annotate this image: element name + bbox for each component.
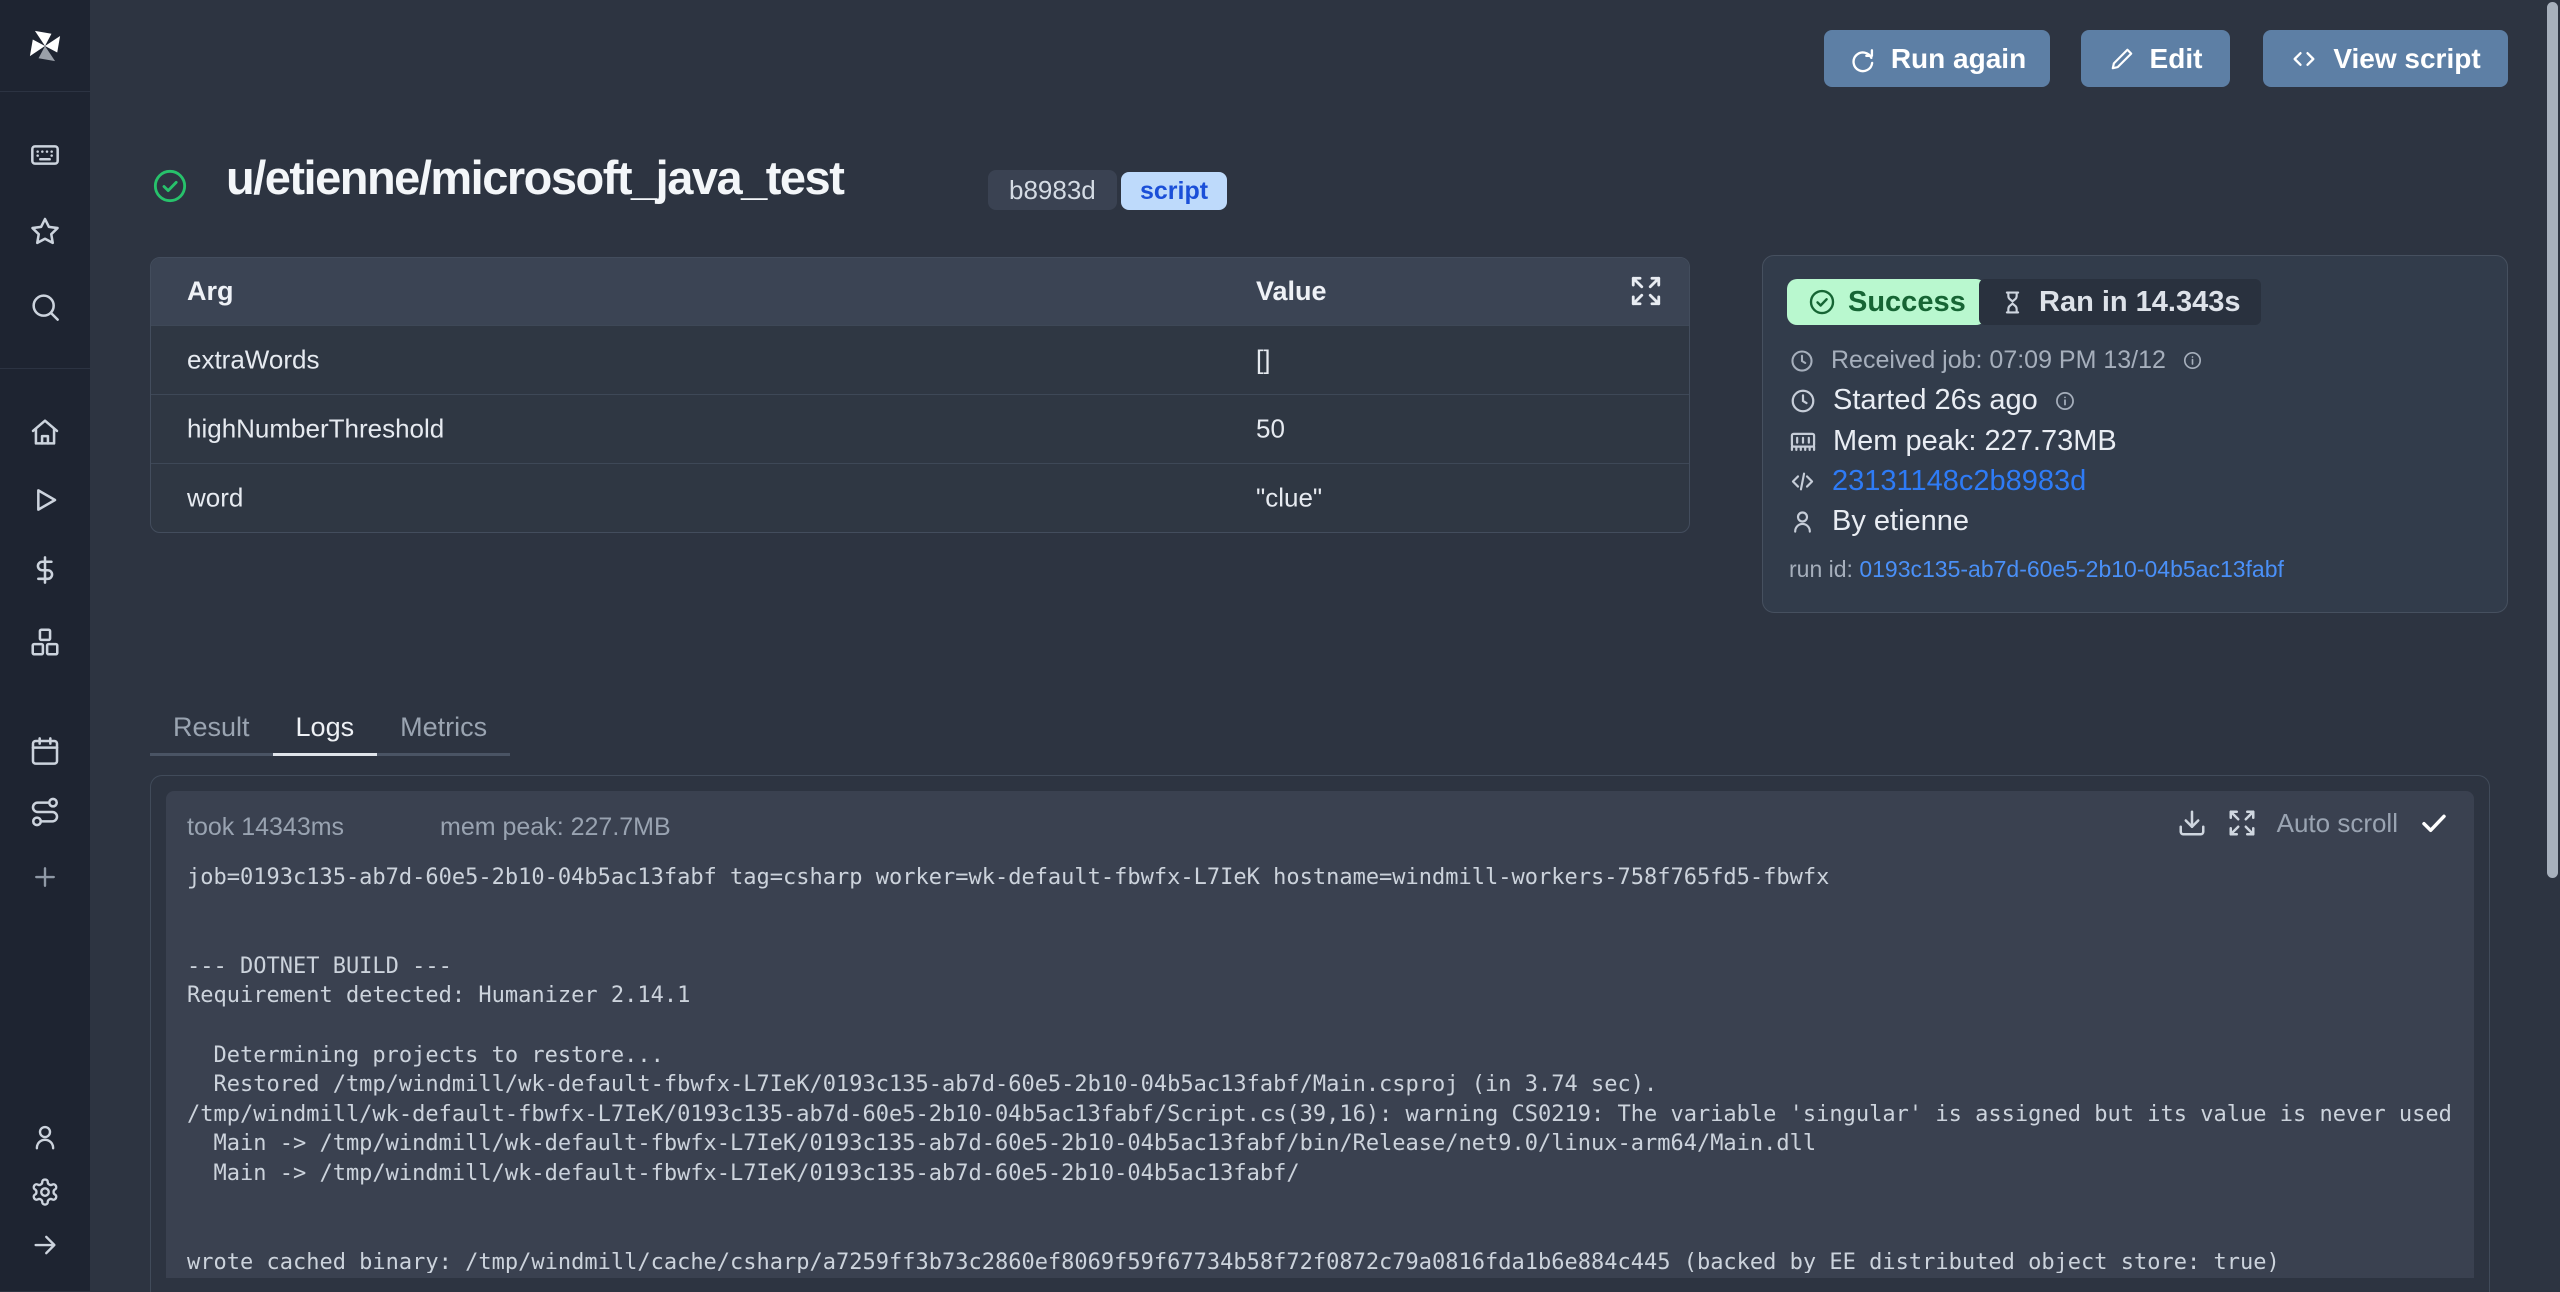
code-icon (2290, 45, 2318, 73)
code-icon (1789, 468, 1816, 495)
settings-icon[interactable] (30, 1177, 60, 1207)
expand-args-icon[interactable] (1629, 274, 1663, 308)
arg-value: "clue" (1256, 483, 1322, 514)
value-column-header: Value (1256, 276, 1327, 307)
sidebar-divider (0, 91, 90, 92)
schedules-icon[interactable] (29, 735, 61, 767)
expand-log-icon[interactable] (2227, 808, 2257, 838)
flows-icon[interactable] (29, 796, 61, 828)
run-id-label: run id: (1789, 556, 1859, 582)
star-icon[interactable] (29, 215, 61, 247)
view-script-label: View script (2333, 43, 2480, 75)
edit-button[interactable]: Edit (2081, 30, 2230, 87)
log-duration-text: took 14343ms (187, 813, 344, 842)
tab-metrics[interactable]: Metrics (377, 702, 510, 756)
run-id-row: run id: 0193c135-ab7d-60e5-2b10-04b5ac13… (1789, 556, 2284, 583)
started-row: Started 26s ago (1789, 384, 2076, 417)
search-icon[interactable] (29, 291, 61, 323)
run-id-link[interactable]: 0193c135-ab7d-60e5-2b10-04b5ac13fabf (1859, 556, 2284, 582)
windmill-logo[interactable] (22, 23, 68, 69)
duration-label: Ran in 14.343s (2039, 286, 2241, 319)
started-text: Started 26s ago (1833, 384, 2038, 417)
created-by-row: By etienne (1789, 505, 1969, 538)
check-circle-icon (1807, 287, 1837, 317)
hourglass-icon (1999, 289, 2026, 316)
auto-scroll-checkbox[interactable] (2418, 807, 2450, 839)
info-icon[interactable] (2182, 350, 2203, 371)
home-icon[interactable] (29, 416, 61, 448)
resources-icon[interactable] (29, 626, 61, 658)
args-table: Arg Value extraWords [] highNumberThresh… (150, 257, 1690, 533)
refresh-icon (1848, 45, 1876, 73)
apps-icon[interactable] (29, 139, 61, 171)
collapse-sidebar-icon[interactable] (30, 1230, 60, 1260)
arg-column-header: Arg (187, 276, 234, 307)
variables-icon[interactable] (29, 554, 61, 586)
received-job-row: Received job: 07:09 PM 13/12 (1789, 346, 2203, 375)
sidebar (0, 0, 90, 1291)
script-hash-row: 23131148c2b8983d (1789, 465, 2086, 498)
arg-name: highNumberThreshold (187, 414, 444, 445)
script-hash-link[interactable]: 23131148c2b8983d (1832, 465, 2086, 498)
arg-value: 50 (1256, 414, 1285, 445)
received-job-text: Received job: 07:09 PM 13/12 (1831, 346, 2166, 375)
script-type-badge: script (1121, 172, 1227, 210)
user-icon[interactable] (30, 1122, 60, 1152)
table-row: highNumberThreshold 50 (151, 394, 1689, 463)
mem-peak-text: Mem peak: 227.73MB (1833, 425, 2117, 458)
info-icon[interactable] (2054, 390, 2076, 412)
job-status-panel: Success Ran in 14.343s Received job: 07:… (1762, 255, 2508, 613)
result-tabs: Result Logs Metrics (150, 702, 510, 756)
status-label: Success (1848, 286, 1966, 319)
page-scrollbar-thumb[interactable] (2547, 2, 2558, 878)
person-icon (1789, 508, 1816, 535)
created-by-text: By etienne (1832, 505, 1969, 538)
runs-icon[interactable] (29, 484, 61, 516)
log-output[interactable]: job=0193c135-ab7d-60e5-2b10-04b5ac13fabf… (187, 863, 2457, 1273)
clock-icon (1789, 387, 1817, 415)
arg-value: [] (1256, 345, 1270, 376)
view-script-button[interactable]: View script (2263, 30, 2508, 87)
script-hash-badge[interactable]: b8983d (988, 170, 1117, 210)
run-again-label: Run again (1891, 43, 2026, 75)
auto-scroll-label: Auto scroll (2277, 808, 2398, 839)
success-check-icon (150, 166, 190, 206)
download-log-icon[interactable] (2177, 808, 2207, 838)
run-again-button[interactable]: Run again (1824, 30, 2050, 87)
mem-peak-row: Mem peak: 227.73MB (1789, 425, 2117, 458)
args-table-header: Arg Value (151, 258, 1689, 325)
edit-label: Edit (2150, 43, 2203, 75)
sidebar-divider (0, 368, 90, 369)
status-badge: Success (1787, 279, 1986, 325)
log-controls: Auto scroll (2177, 807, 2450, 839)
table-row: extraWords [] (151, 325, 1689, 394)
create-icon[interactable] (30, 862, 60, 892)
log-mem-peak-text: mem peak: 227.7MB (440, 813, 671, 842)
duration-chip: Ran in 14.343s (1979, 279, 2261, 325)
memory-icon (1789, 428, 1817, 456)
arg-name: word (187, 483, 243, 514)
logs-panel: took 14343ms mem peak: 227.7MB Auto scro… (150, 775, 2490, 1292)
pencil-icon (2109, 46, 2135, 72)
tab-result[interactable]: Result (150, 702, 273, 756)
table-row: word "clue" (151, 463, 1689, 532)
log-viewer: took 14343ms mem peak: 227.7MB Auto scro… (166, 791, 2474, 1278)
arg-name: extraWords (187, 345, 319, 376)
clock-icon (1789, 348, 1815, 374)
tab-logs[interactable]: Logs (273, 702, 378, 756)
page-title: u/etienne/microsoft_java_test (226, 150, 843, 205)
